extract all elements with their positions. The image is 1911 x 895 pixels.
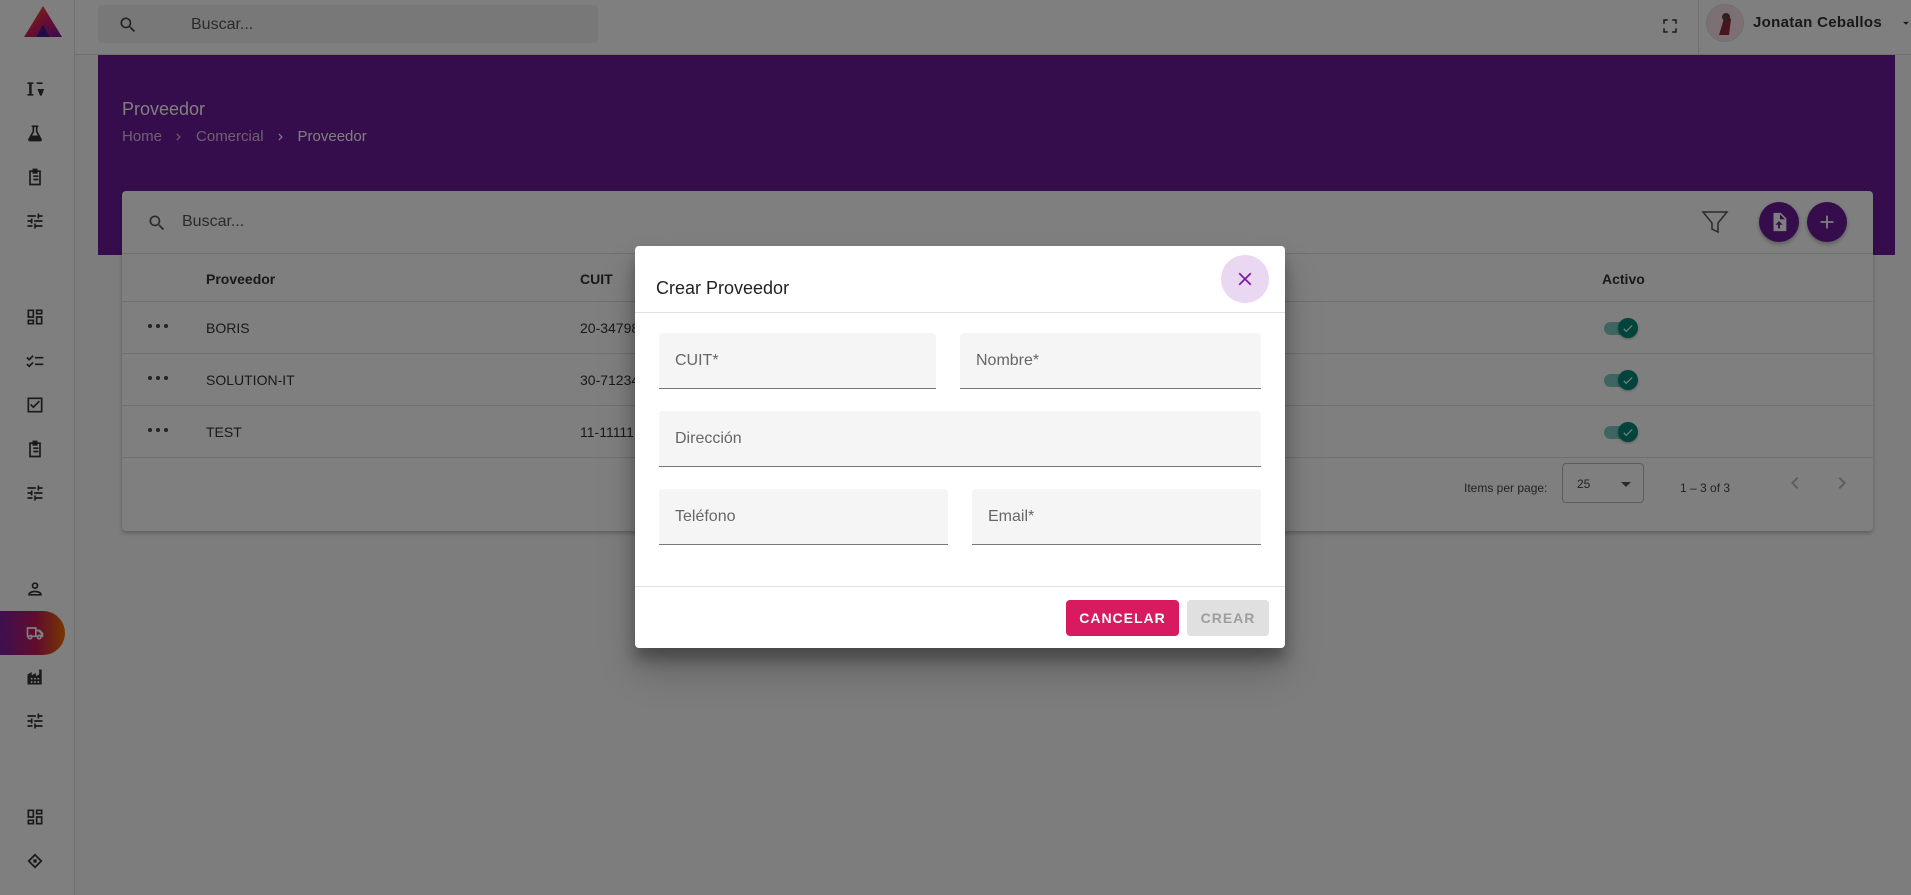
cancel-button[interactable]: CANCELAR <box>1066 600 1179 636</box>
email-label: Email* <box>988 508 1035 525</box>
cuit-label: CUIT* <box>675 352 719 369</box>
nombre-label: Nombre* <box>976 352 1040 369</box>
close-icon <box>1238 272 1252 286</box>
crear-proveedor-dialog: Crear Proveedor CUIT* Nombre* Dirección … <box>635 246 1285 648</box>
nombre-field[interactable]: Nombre* <box>960 333 1261 389</box>
cuit-field[interactable]: CUIT* <box>659 333 936 389</box>
telefono-label: Teléfono <box>675 508 736 525</box>
create-button[interactable]: CREAR <box>1187 600 1269 636</box>
divider <box>635 312 1285 313</box>
direccion-field[interactable]: Dirección <box>659 411 1261 467</box>
divider <box>635 586 1285 587</box>
close-button[interactable] <box>1221 255 1269 303</box>
email-field[interactable]: Email* <box>972 489 1261 545</box>
dialog-title: Crear Proveedor <box>656 278 790 298</box>
direccion-label: Dirección <box>675 430 742 447</box>
telefono-field[interactable]: Teléfono <box>659 489 948 545</box>
